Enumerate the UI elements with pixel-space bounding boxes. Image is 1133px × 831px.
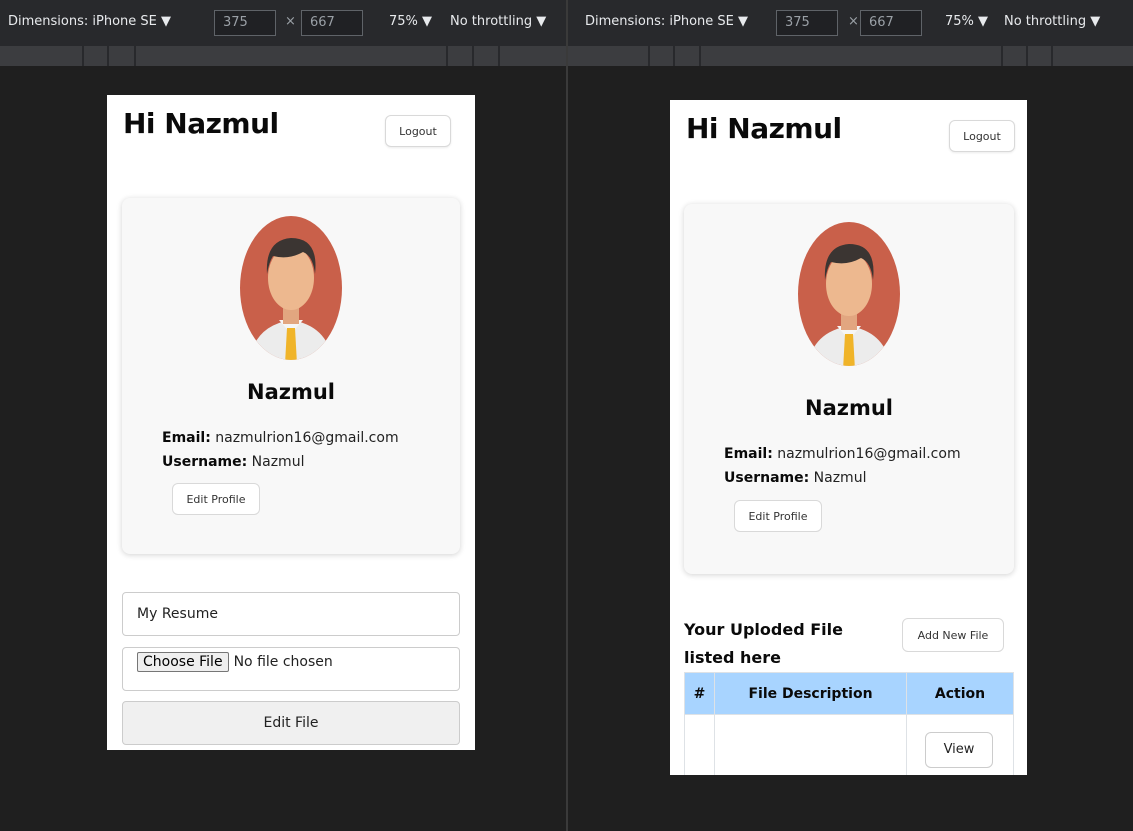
edit-file-button[interactable]: Edit File: [122, 701, 460, 745]
man-avatar-icon: [798, 222, 900, 366]
device-width-input[interactable]: 375: [214, 10, 276, 36]
profile-card: Nazmul Email: nazmulrion16@gmail.com Use…: [122, 198, 460, 554]
media-query-ruler: [568, 46, 1133, 66]
page-title: Hi Nazmul: [686, 112, 842, 145]
file-description-input[interactable]: My Resume: [122, 592, 460, 636]
zoom-select[interactable]: 75% ▼: [945, 14, 988, 29]
username-label: Username:: [162, 454, 248, 470]
device-viewport: Hi Nazmul Logout Nazmul Email: nazmulrio…: [670, 100, 1027, 775]
choose-file-button[interactable]: Choose File: [137, 652, 229, 672]
device-dimensions-select[interactable]: Dimensions: iPhone SE ▼: [8, 14, 171, 29]
column-header-description: File Description: [714, 672, 907, 715]
no-file-chosen-text: No file chosen: [233, 654, 333, 670]
email-value: nazmulrion16@gmail.com: [215, 430, 399, 446]
right-devtools-pane: Dimensions: iPhone SE ▼ 375 × 667 75% ▼ …: [568, 0, 1133, 831]
file-input[interactable]: Choose File No file chosen: [122, 647, 460, 691]
table-row: View: [684, 714, 1014, 775]
throttling-select[interactable]: No throttling ▼: [1004, 14, 1100, 29]
device-width-input[interactable]: 375: [776, 10, 838, 36]
add-new-file-button[interactable]: Add New File: [902, 618, 1004, 652]
table-cell-index: [684, 714, 715, 775]
table-header-row: # File Description Action: [684, 672, 1014, 715]
table-cell-action: View: [906, 714, 1014, 775]
edit-profile-button[interactable]: Edit Profile: [734, 500, 822, 532]
uploaded-files-heading: Your Uploded File listed here: [684, 620, 843, 667]
device-height-input[interactable]: 667: [860, 10, 922, 36]
page-title: Hi Nazmul: [123, 107, 279, 140]
logout-button[interactable]: Logout: [949, 120, 1015, 152]
email-label: Email:: [162, 430, 211, 446]
view-file-button[interactable]: View: [925, 731, 993, 768]
table-cell-description: [714, 714, 907, 775]
profile-name: Nazmul: [247, 380, 335, 404]
device-dimensions-select[interactable]: Dimensions: iPhone SE ▼: [585, 14, 748, 29]
zoom-select[interactable]: 75% ▼: [389, 14, 432, 29]
username-value: Nazmul: [251, 454, 305, 470]
left-devtools-pane: Dimensions: iPhone SE ▼ 375 × 667 75% ▼ …: [0, 0, 566, 831]
profile-name: Nazmul: [805, 396, 893, 420]
username-value: Nazmul: [813, 470, 867, 486]
email-label: Email:: [724, 446, 773, 462]
media-query-ruler: [0, 46, 566, 66]
profile-card: Nazmul Email: nazmulrion16@gmail.com Use…: [684, 204, 1014, 574]
man-avatar-icon: [240, 216, 342, 360]
times-separator: ×: [285, 14, 296, 29]
edit-profile-button[interactable]: Edit Profile: [172, 483, 260, 515]
device-viewport: Hi Nazmul Logout Nazmul Email: nazmulrio…: [107, 95, 475, 750]
files-table: # File Description Action View: [684, 672, 1014, 775]
device-toolbar: Dimensions: iPhone SE ▼ 375 × 667 75% ▼ …: [0, 0, 566, 46]
times-separator: ×: [848, 14, 859, 29]
logout-button[interactable]: Logout: [385, 115, 451, 147]
device-toolbar: Dimensions: iPhone SE ▼ 375 × 667 75% ▼ …: [568, 0, 1133, 46]
profile-info: Email: nazmulrion16@gmail.com Username: …: [162, 426, 399, 474]
device-height-input[interactable]: 667: [301, 10, 363, 36]
column-header-action: Action: [906, 672, 1014, 715]
profile-info: Email: nazmulrion16@gmail.com Username: …: [724, 442, 961, 490]
username-label: Username:: [724, 470, 810, 486]
column-header-index: #: [684, 672, 715, 715]
throttling-select[interactable]: No throttling ▼: [450, 14, 546, 29]
email-value: nazmulrion16@gmail.com: [777, 446, 961, 462]
